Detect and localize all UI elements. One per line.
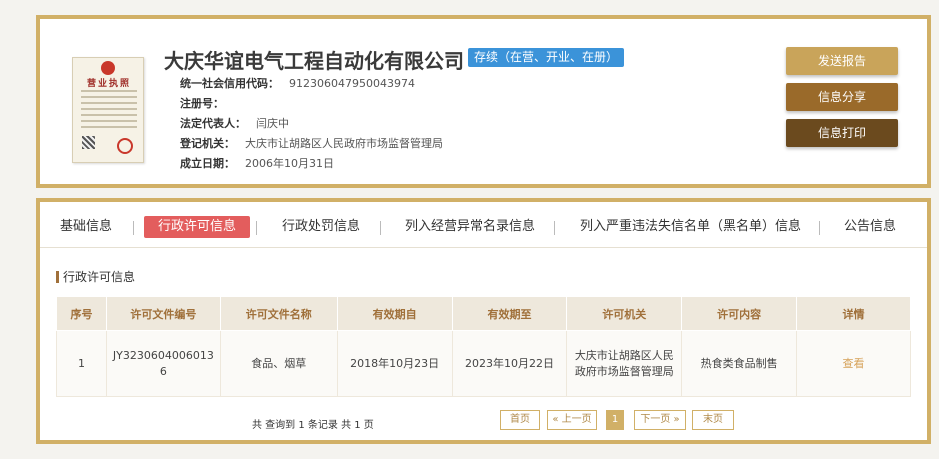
col-header-valid-to: 有效期至 [451, 296, 568, 331]
license-title: 营业执照 [86, 79, 131, 89]
first-page-button[interactable]: 首页 [500, 410, 540, 430]
official-seal-icon [117, 138, 133, 154]
company-name: 大庆华谊电气工程自动化有限公司 [164, 49, 464, 73]
national-emblem-icon [101, 61, 115, 75]
current-page-button[interactable]: 1 [606, 410, 624, 430]
table-row: 1 JY32306040060136 食品、烟草 2018年10月23日 202… [56, 330, 911, 397]
pager-summary: 共 查询到 1 条记录 共 1 页 [252, 420, 374, 431]
cell-content: 热食类食品制售 [681, 330, 798, 397]
col-header-index: 序号 [56, 296, 107, 331]
col-header-valid-from: 有效期自 [336, 296, 453, 331]
cell-index: 1 [56, 330, 107, 397]
tab-admin-penalty[interactable]: 行政处罚信息 [282, 216, 360, 238]
cell-detail: 查看 [796, 330, 911, 397]
legal-rep-row: 法定代表人： 闫庆中 [180, 115, 289, 131]
print-info-button[interactable]: 信息打印 [786, 119, 898, 147]
legal-rep-value: 闫庆中 [256, 117, 289, 130]
view-detail-link[interactable]: 查看 [843, 357, 865, 370]
last-page-button[interactable]: 末页 [692, 410, 734, 430]
col-header-doc-name: 许可文件名称 [219, 296, 338, 331]
tab-announcements[interactable]: 公告信息 [844, 216, 896, 238]
tab-abnormal-operation[interactable]: 列入经营异常名录信息 [405, 216, 535, 238]
send-report-button[interactable]: 发送报告 [786, 47, 898, 75]
credit-code-label: 统一社会信用代码： [180, 77, 279, 90]
share-info-button[interactable]: 信息分享 [786, 83, 898, 111]
license-table: 序号 许可文件编号 许可文件名称 有效期自 有效期至 许可机关 许可内容 详情 … [56, 296, 911, 397]
established-date-row: 成立日期： 2006年10月31日 [180, 155, 334, 171]
info-tabs: 基础信息 行政许可信息 行政处罚信息 列入经营异常名录信息 列入严重违法失信名单… [40, 202, 927, 248]
table-header-row: 序号 许可文件编号 许可文件名称 有效期自 有效期至 许可机关 许可内容 详情 [56, 296, 911, 331]
prev-page-button[interactable]: « 上一页 [547, 410, 597, 430]
company-header-panel: 营业执照 大庆华谊电气工程自动化有限公司 存续（在营、开业、在册） 统一社会信用… [36, 15, 931, 188]
license-text-lines [81, 90, 137, 132]
tab-divider [256, 221, 257, 235]
tab-admin-license[interactable]: 行政许可信息 [144, 216, 251, 238]
tab-divider [554, 221, 555, 235]
tab-divider [380, 221, 381, 235]
registration-authority-row: 登记机关： 大庆市让胡路区人民政府市场监督管理局 [180, 135, 443, 151]
registration-no-row: 注册号： [180, 95, 234, 111]
credit-code-row: 统一社会信用代码： 912306047950043974 [180, 75, 415, 91]
credit-code-value: 912306047950043974 [289, 77, 415, 90]
cell-valid-from: 2018年10月23日 [336, 330, 453, 397]
business-license-image: 营业执照 [72, 57, 144, 163]
registration-no-label: 注册号： [180, 97, 224, 110]
tab-divider [133, 221, 134, 235]
details-panel: 基础信息 行政许可信息 行政处罚信息 列入经营异常名录信息 列入严重违法失信名单… [36, 198, 931, 444]
tab-blacklist[interactable]: 列入严重违法失信名单（黑名单）信息 [580, 216, 801, 238]
section-title: 行政许可信息 [56, 271, 135, 283]
cell-doc-no: JY32306040060136 [105, 330, 221, 397]
tab-divider [819, 221, 820, 235]
registration-authority-value: 大庆市让胡路区人民政府市场监督管理局 [245, 137, 443, 150]
cell-authority: 大庆市让胡路区人民政府市场监督管理局 [566, 330, 683, 397]
status-badge: 存续（在营、开业、在册） [468, 48, 625, 67]
col-header-authority: 许可机关 [566, 296, 683, 331]
cell-doc-name: 食品、烟草 [219, 330, 338, 397]
next-page-button[interactable]: 下一页 » [634, 410, 686, 430]
col-header-detail: 详情 [796, 296, 911, 331]
registration-authority-label: 登记机关： [180, 137, 235, 150]
tab-basic-info[interactable]: 基础信息 [60, 216, 112, 238]
established-date-label: 成立日期： [180, 157, 235, 170]
established-date-value: 2006年10月31日 [245, 157, 334, 170]
col-header-content: 许可内容 [681, 296, 798, 331]
qr-code-icon [82, 136, 95, 149]
col-header-doc-no: 许可文件编号 [105, 296, 221, 331]
legal-rep-label: 法定代表人： [180, 117, 246, 130]
cell-valid-to: 2023年10月22日 [451, 330, 568, 397]
